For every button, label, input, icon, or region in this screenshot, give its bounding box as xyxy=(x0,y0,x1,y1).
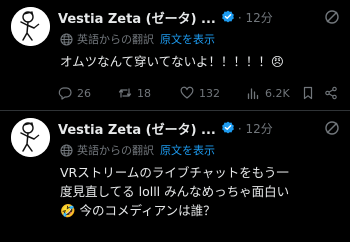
avatar[interactable] xyxy=(11,7,50,46)
translation-notice: 英語からの翻訳 原文を表示 xyxy=(60,142,215,158)
bookmark-button[interactable] xyxy=(301,84,315,102)
tweet-text: VRストリームのライブチャットをもう一 度見直してる lolll みんなめっちゃ… xyxy=(60,163,342,220)
tweet-header: Vestia Zeta (ゼータ) ... · 12分 xyxy=(58,8,340,27)
views-button[interactable]: 6.2K xyxy=(246,84,290,102)
tweet-text-line: 🤣 今のコメディアンは誰？ xyxy=(60,203,216,218)
timeline-feed: Vestia Zeta (ゼータ) ... · 12分 英語からの翻訳 原文を表… xyxy=(0,0,350,242)
bookmark-icon xyxy=(303,86,313,100)
translated-from-label: 英語からの翻訳 xyxy=(77,144,154,157)
reply-button[interactable]: 26 xyxy=(58,84,91,102)
tweet-time[interactable]: · 12分 xyxy=(238,9,273,26)
translation-notice: 英語からの翻訳 原文を表示 xyxy=(60,31,215,47)
grok-slash-circle-icon[interactable] xyxy=(324,120,340,136)
avatar-stick-figure-icon xyxy=(11,118,50,157)
avatar[interactable] xyxy=(11,118,50,157)
author-name[interactable]: Vestia Zeta (ゼータ) ... xyxy=(58,8,216,27)
like-button[interactable]: 132 xyxy=(180,84,220,102)
globe-icon xyxy=(60,32,73,46)
verified-badge-icon xyxy=(221,10,235,24)
tweet-text-line: VRストリームのライブチャットをもう一 xyxy=(60,165,289,180)
share-button[interactable] xyxy=(324,84,338,102)
tweet-time[interactable]: · 12分 xyxy=(238,120,273,137)
tweet-text-line: 度見直してる lolll みんなめっちゃ面白い xyxy=(60,184,290,199)
grok-slash-circle-icon[interactable] xyxy=(324,9,340,25)
like-count: 132 xyxy=(199,86,220,100)
tweet[interactable]: Vestia Zeta (ゼータ) ... · 12分 英語からの翻訳 原文を表… xyxy=(0,0,350,110)
tweet-header: Vestia Zeta (ゼータ) ... · 12分 xyxy=(58,119,340,138)
retweet-count: 18 xyxy=(137,86,151,100)
heart-icon xyxy=(180,86,194,99)
avatar-stick-figure-icon xyxy=(11,7,50,46)
retweet-button[interactable]: 18 xyxy=(118,84,151,102)
tweet[interactable]: Vestia Zeta (ゼータ) ... · 12分 英語からの翻訳 原文を表… xyxy=(0,111,350,242)
verified-badge-icon xyxy=(221,121,235,135)
author-name[interactable]: Vestia Zeta (ゼータ) ... xyxy=(58,119,216,138)
reply-icon xyxy=(58,87,72,100)
translated-from-label: 英語からの翻訳 xyxy=(77,33,154,46)
view-count: 6.2K xyxy=(265,86,290,100)
share-icon xyxy=(325,86,337,100)
globe-icon xyxy=(60,143,73,157)
tweet-text: オムツなんて穿いてないよ！！！！！😠 xyxy=(60,54,284,69)
show-original-link[interactable]: 原文を表示 xyxy=(160,31,215,47)
retweet-icon xyxy=(118,88,132,98)
reply-count: 26 xyxy=(77,86,91,100)
tweet-actions: 26 18 132 6.2K xyxy=(58,84,342,102)
views-bar-chart-icon xyxy=(247,88,259,100)
show-original-link[interactable]: 原文を表示 xyxy=(160,142,215,158)
